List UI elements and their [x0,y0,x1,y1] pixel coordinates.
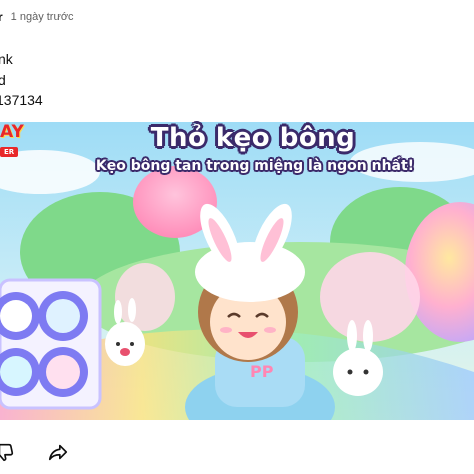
svg-text:PP: PP [250,362,274,381]
share-icon [48,444,68,461]
banner-title: Thỏ kẹo bông [150,123,356,153]
share-button[interactable] [44,438,72,466]
author-name[interactable]: r [0,10,3,24]
post-header: r 1 ngày trước [0,9,74,25]
post-text-line: 137134 [0,92,43,108]
post-text-line: d [0,71,6,88]
post-text: nk d 137134 [0,49,470,111]
post-actions [0,438,72,466]
community-post: r 1 ngày trước nk d 137134 PP AY ER Thỏ … [0,0,474,474]
banner-subtitle: Kẹo bông tan trong miệng là ngon nhất! [95,158,415,174]
post-timestamp[interactable]: 1 ngày trước [11,11,74,23]
thumbs-down-icon [0,443,14,462]
post-text-line: nk [0,51,13,67]
dislike-button[interactable] [0,438,18,466]
